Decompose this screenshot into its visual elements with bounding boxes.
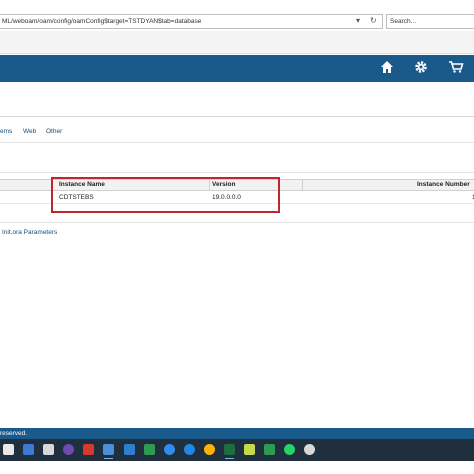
column-header-instance-number[interactable]: Instance Number bbox=[417, 181, 470, 188]
divider bbox=[0, 142, 474, 143]
tab-items[interactable]: ems bbox=[0, 128, 12, 135]
whatsapp-icon[interactable] bbox=[284, 444, 295, 455]
column-separator bbox=[302, 179, 303, 191]
screen-edge bbox=[0, 461, 474, 474]
app-icon[interactable] bbox=[63, 444, 74, 455]
store-icon[interactable] bbox=[3, 444, 14, 455]
app-icon[interactable] bbox=[304, 444, 315, 455]
copyright-text: reserved. bbox=[0, 430, 28, 437]
app-header bbox=[0, 55, 474, 82]
divider bbox=[0, 222, 474, 223]
active-indicator bbox=[225, 458, 234, 459]
address-bar[interactable]: ML/weboam/oam/config/oamConfig$target=TS… bbox=[0, 14, 383, 29]
browser-toolbar bbox=[0, 31, 474, 54]
divider bbox=[0, 172, 474, 173]
refresh-icon[interactable]: ↻ bbox=[370, 16, 377, 25]
page-footer: reserved. bbox=[0, 428, 474, 439]
mail-icon[interactable] bbox=[23, 444, 34, 455]
home-icon[interactable] bbox=[379, 59, 395, 75]
chat-icon[interactable] bbox=[164, 444, 175, 455]
app-icon[interactable] bbox=[204, 444, 215, 455]
cart-icon[interactable] bbox=[448, 59, 464, 75]
active-indicator bbox=[104, 458, 113, 459]
excel-icon[interactable] bbox=[224, 444, 235, 455]
media-icon[interactable] bbox=[83, 444, 94, 455]
divider bbox=[0, 116, 474, 117]
tab-web[interactable]: Web bbox=[23, 128, 36, 135]
notes-icon[interactable] bbox=[244, 444, 255, 455]
app-icon[interactable] bbox=[144, 444, 155, 455]
browser-icon[interactable] bbox=[103, 444, 114, 455]
app-icon[interactable] bbox=[124, 444, 135, 455]
app-icon[interactable] bbox=[264, 444, 275, 455]
dropdown-icon[interactable]: ▾ bbox=[356, 16, 360, 25]
cloud-icon[interactable] bbox=[43, 444, 54, 455]
url-text: ML/weboam/oam/config/oamConfig$target=TS… bbox=[2, 18, 202, 25]
gear-icon[interactable] bbox=[413, 59, 429, 75]
search-placeholder: Search... bbox=[390, 18, 417, 25]
browser-search-input[interactable]: Search... bbox=[386, 14, 474, 29]
tab-other[interactable]: Other bbox=[46, 128, 62, 135]
init-ora-parameters-link[interactable]: Init.ora Parameters bbox=[2, 229, 57, 236]
app-icon[interactable] bbox=[184, 444, 195, 455]
highlight-box bbox=[51, 177, 280, 213]
